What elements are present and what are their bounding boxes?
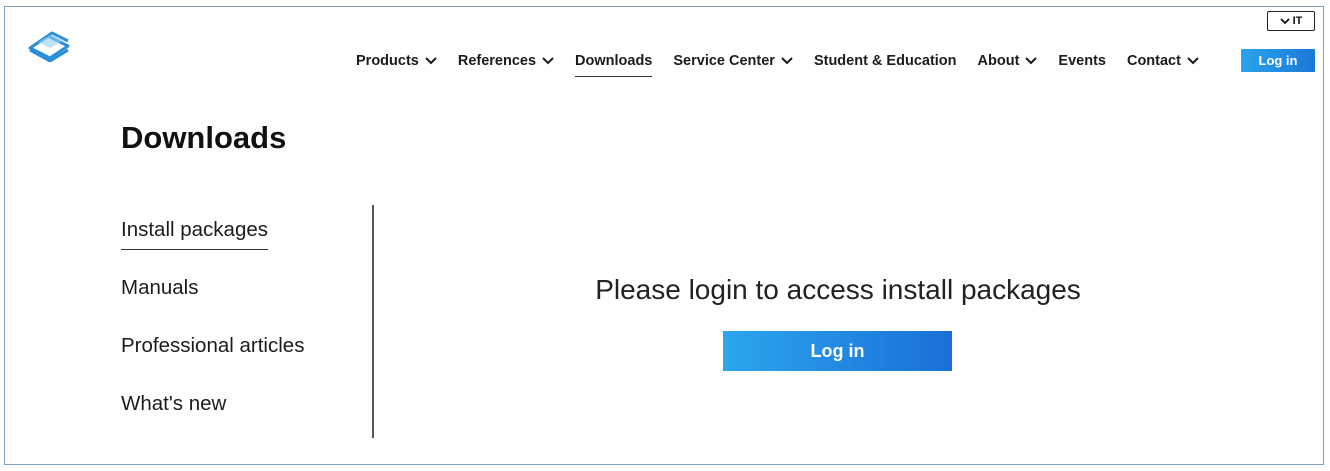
nav-label: Downloads: [575, 53, 653, 69]
chevron-down-icon: [1025, 57, 1038, 65]
page-title: Downloads: [121, 120, 287, 155]
nav-student-education[interactable]: Student & Education: [814, 53, 957, 69]
downloads-sidebar: Install packages Manuals Professional ar…: [121, 218, 304, 450]
chevron-down-icon: [1187, 57, 1199, 65]
sidebar-item-whats-new[interactable]: What's new: [121, 392, 304, 450]
nav-label: Student & Education: [813, 53, 957, 69]
header-login-button[interactable]: Log in: [1241, 49, 1315, 72]
nav-contact[interactable]: Contact: [1127, 53, 1199, 69]
sidebar-divider: [372, 205, 374, 438]
chevron-down-icon: [1279, 17, 1290, 24]
language-selector[interactable]: IT: [1267, 11, 1315, 31]
logo-icon[interactable]: [26, 28, 72, 62]
nav-label: References: [457, 53, 537, 69]
nav-label: Contact: [1126, 53, 1181, 69]
nav-service-center[interactable]: Service Center: [673, 53, 793, 69]
chevron-down-icon: [542, 57, 554, 65]
sidebar-item-label: Manuals: [121, 276, 199, 299]
sidebar-item-install-packages[interactable]: Install packages: [121, 218, 304, 276]
nav-label: About: [977, 53, 1020, 69]
nav-references[interactable]: References: [458, 53, 554, 69]
main-navigation: Products References Downloads Service Ce…: [356, 49, 1220, 77]
nav-label: Products: [356, 53, 419, 69]
login-prompt: Please login to access install packages: [595, 274, 1081, 305]
login-button[interactable]: Log in: [723, 331, 952, 371]
nav-downloads[interactable]: Downloads: [575, 53, 653, 77]
sidebar-item-professional-articles[interactable]: Professional articles: [121, 334, 304, 392]
nav-label: Service Center: [673, 53, 775, 69]
sidebar-item-label: What's new: [121, 392, 227, 415]
language-label: IT: [1292, 15, 1303, 27]
chevron-down-icon: [425, 57, 437, 65]
sidebar-item-label: Professional articles: [121, 334, 305, 357]
sidebar-item-label: Install packages: [121, 218, 269, 250]
nav-label: Events: [1058, 53, 1106, 69]
chevron-down-icon: [781, 57, 793, 65]
nav-about[interactable]: About: [978, 53, 1038, 69]
nav-events[interactable]: Events: [1058, 53, 1106, 69]
sidebar-item-manuals[interactable]: Manuals: [121, 276, 304, 334]
nav-products[interactable]: Products: [356, 53, 437, 69]
